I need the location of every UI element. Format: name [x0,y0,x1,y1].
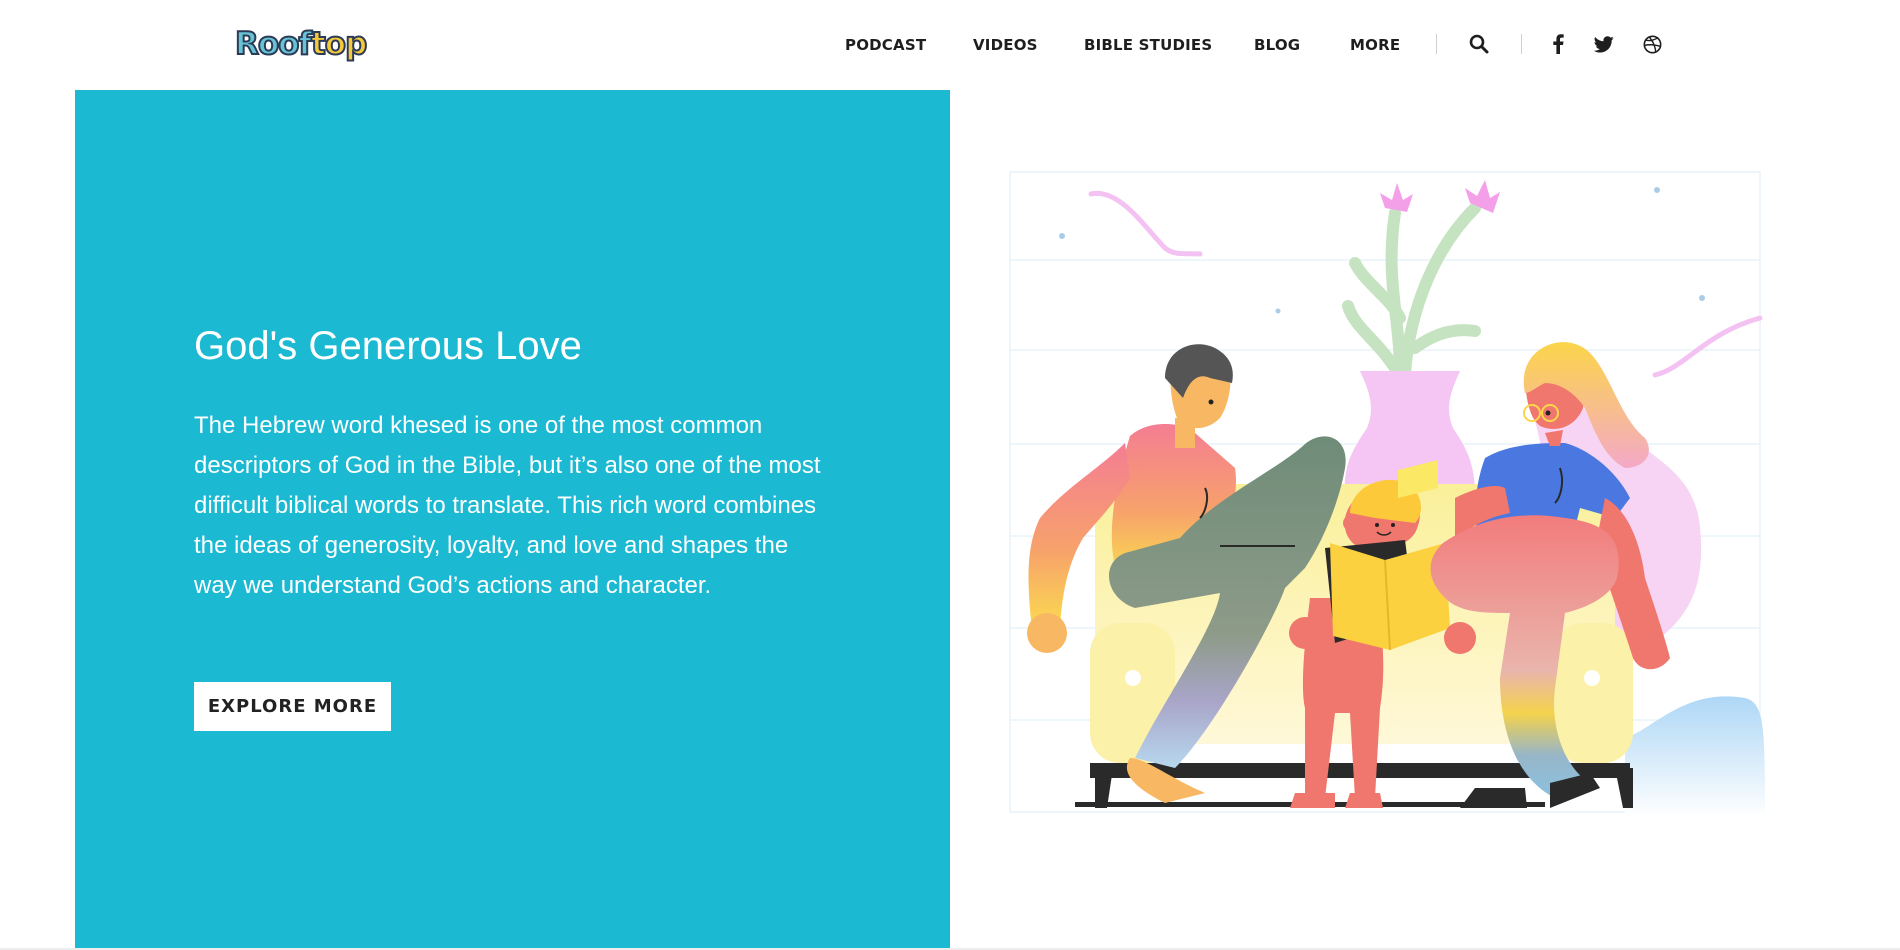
nav-videos[interactable]: VIDEOS [973,36,1038,54]
nav-divider [1521,34,1522,54]
nav-bible-studies[interactable]: BIBLE STUDIES [1084,36,1212,54]
search-icon[interactable] [1467,32,1491,56]
nav-podcast[interactable]: PODCAST [845,36,926,54]
site-logo[interactable]: Roof top [234,24,368,64]
logo-text-top: top [310,25,368,62]
dribbble-icon[interactable] [1640,32,1664,56]
nav-more[interactable]: MORE [1350,36,1400,54]
facebook-icon[interactable] [1546,32,1570,56]
twitter-icon[interactable] [1592,32,1616,56]
site-header: Roof top PODCAST VIDEOS BIBLE STUDIES BLO… [0,0,1900,90]
logo-text-roof: Roof [234,25,313,62]
hero-title: God's Generous Love [194,324,582,368]
nav-divider [1436,34,1437,54]
family-reading-illustration [1005,168,1765,818]
hero-description: The Hebrew word khesed is one of the mos… [194,412,821,599]
explore-more-button[interactable]: EXPLORE MORE [194,682,391,731]
nav-blog[interactable]: BLOG [1254,36,1300,54]
